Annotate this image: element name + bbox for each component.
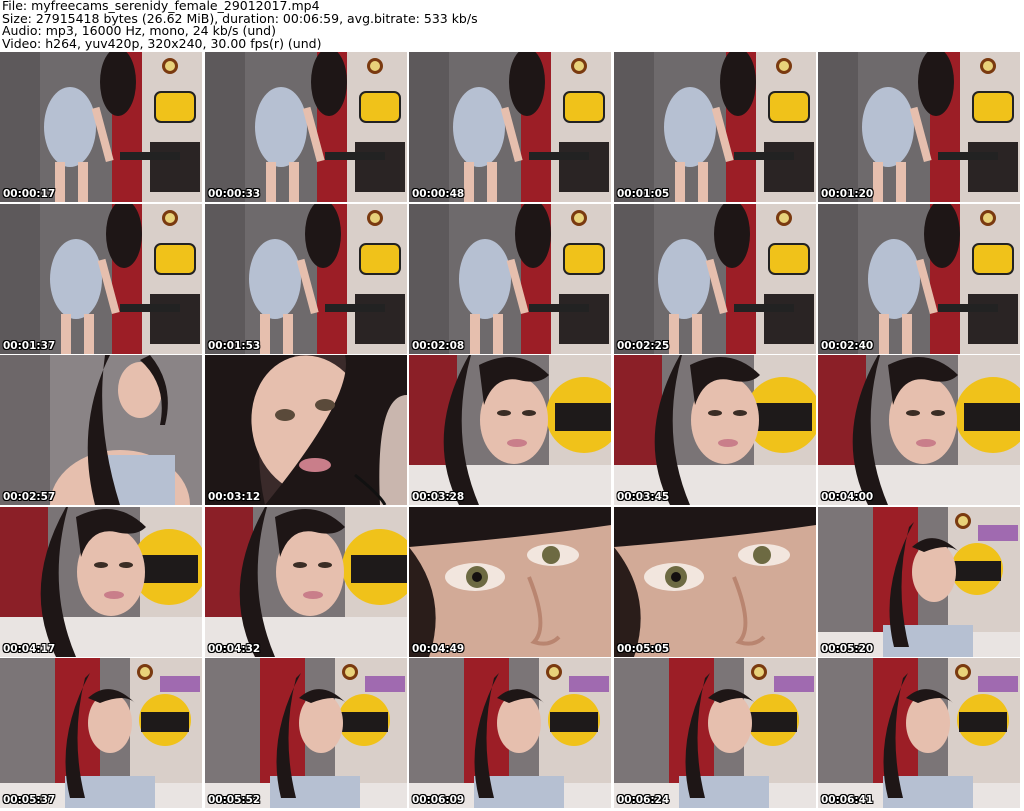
video-frame-image xyxy=(614,204,816,354)
timestamp-label: 00:01:20 xyxy=(821,188,874,200)
timestamp-label: 00:03:28 xyxy=(412,491,465,503)
thumbnail: 00:03:45 xyxy=(614,355,816,505)
video-frame-image xyxy=(614,658,816,808)
timestamp-label: 00:03:45 xyxy=(617,491,670,503)
thumbnail: 00:02:40 xyxy=(818,204,1020,354)
timestamp-label: 00:06:41 xyxy=(821,794,874,806)
video-frame-image xyxy=(0,507,202,657)
thumbnail: 00:04:17 xyxy=(0,507,202,657)
timestamp-label: 00:02:25 xyxy=(617,340,670,352)
video-frame-image xyxy=(818,658,1020,808)
timestamp-label: 00:01:05 xyxy=(617,188,670,200)
thumbnail: 00:00:17 xyxy=(0,52,202,202)
video-frame-image xyxy=(614,52,816,202)
video-frame-image xyxy=(614,355,816,505)
thumbnail: 00:01:53 xyxy=(205,204,407,354)
timestamp-label: 00:05:37 xyxy=(3,794,56,806)
video-frame-image xyxy=(205,204,407,354)
timestamp-label: 00:04:49 xyxy=(412,643,465,655)
video-info-header: File: myfreecams_serenidy_female_2901201… xyxy=(2,0,1022,52)
thumbnail: 00:01:20 xyxy=(818,52,1020,202)
video-frame-image xyxy=(409,658,611,808)
thumbnail: 00:04:32 xyxy=(205,507,407,657)
video-frame-image xyxy=(409,52,611,202)
video-frame-image xyxy=(818,204,1020,354)
thumbnail: 00:03:28 xyxy=(409,355,611,505)
video-frame-image xyxy=(0,204,202,354)
timestamp-label: 00:05:52 xyxy=(208,794,261,806)
video-frame-image xyxy=(0,658,202,808)
thumbnail: 00:01:37 xyxy=(0,204,202,354)
thumbnail: 00:00:33 xyxy=(205,52,407,202)
timestamp-label: 00:02:40 xyxy=(821,340,874,352)
video-info-line: Video: h264, yuv420p, 320x240, 30.00 fps… xyxy=(2,35,322,51)
thumbnail: 00:06:09 xyxy=(409,658,611,808)
thumbnail: 00:02:57 xyxy=(0,355,202,505)
timestamp-label: 00:06:09 xyxy=(412,794,465,806)
timestamp-label: 00:06:24 xyxy=(617,794,670,806)
thumbnail: 00:02:25 xyxy=(614,204,816,354)
video-frame-image xyxy=(0,355,202,505)
timestamp-label: 00:04:00 xyxy=(821,491,874,503)
video-frame-image xyxy=(205,52,407,202)
video-frame-image xyxy=(205,658,407,808)
thumbnail: 00:03:12 xyxy=(205,355,407,505)
thumbnail: 00:00:48 xyxy=(409,52,611,202)
video-frame-image xyxy=(409,355,611,505)
timestamp-label: 00:03:12 xyxy=(208,491,261,503)
video-frame-image xyxy=(205,355,407,505)
timestamp-label: 00:05:20 xyxy=(821,643,874,655)
thumbnail: 00:05:20 xyxy=(818,507,1020,657)
thumbnail: 00:02:08 xyxy=(409,204,611,354)
thumbnail-grid: 00:00:17 00:00:33 00:00:48 00:01:05 00:0… xyxy=(0,52,1024,811)
thumbnail: 00:05:52 xyxy=(205,658,407,808)
video-frame-image xyxy=(818,355,1020,505)
video-frame-image xyxy=(818,507,1020,657)
thumbnail: 00:05:37 xyxy=(0,658,202,808)
video-frame-image xyxy=(409,507,611,657)
timestamp-label: 00:02:57 xyxy=(3,491,56,503)
timestamp-label: 00:00:33 xyxy=(208,188,261,200)
thumbnail: 00:04:00 xyxy=(818,355,1020,505)
thumbnail: 00:01:05 xyxy=(614,52,816,202)
video-frame-image xyxy=(205,507,407,657)
video-frame-image xyxy=(818,52,1020,202)
timestamp-label: 00:00:48 xyxy=(412,188,465,200)
timestamp-label: 00:04:32 xyxy=(208,643,261,655)
thumbnail: 00:04:49 xyxy=(409,507,611,657)
timestamp-label: 00:05:05 xyxy=(617,643,670,655)
thumbnail: 00:06:24 xyxy=(614,658,816,808)
video-frame-image xyxy=(614,507,816,657)
video-frame-image xyxy=(0,52,202,202)
timestamp-label: 00:02:08 xyxy=(412,340,465,352)
timestamp-label: 00:01:37 xyxy=(3,340,56,352)
video-frame-image xyxy=(409,204,611,354)
timestamp-label: 00:04:17 xyxy=(3,643,56,655)
timestamp-label: 00:01:53 xyxy=(208,340,261,352)
thumbnail: 00:05:05 xyxy=(614,507,816,657)
thumbnail: 00:06:41 xyxy=(818,658,1020,808)
timestamp-label: 00:00:17 xyxy=(3,188,56,200)
